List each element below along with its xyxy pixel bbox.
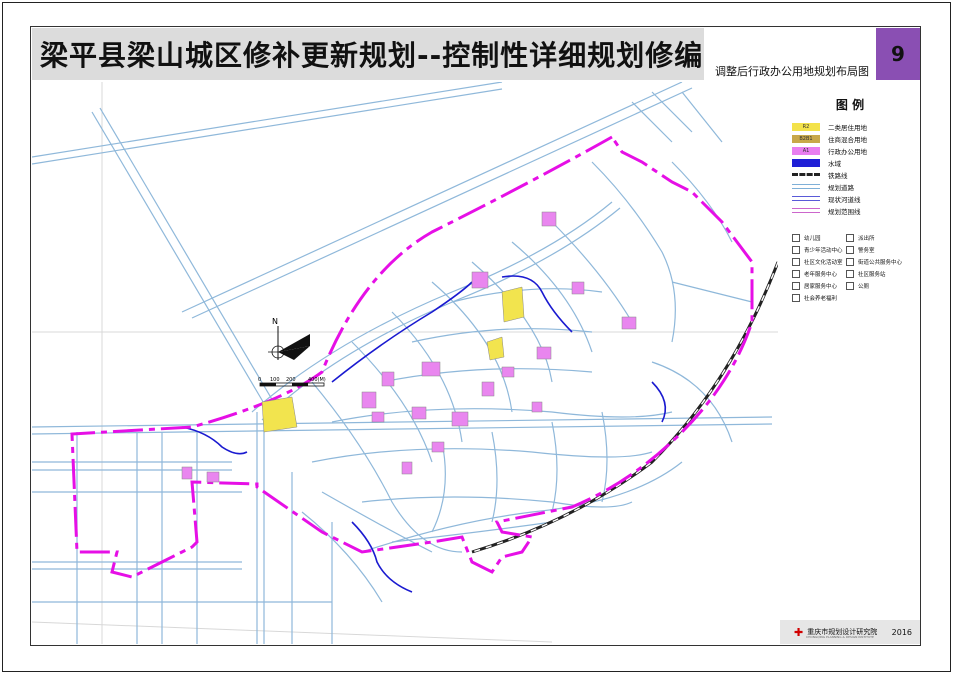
legend-item: 现状河道线 <box>792 193 920 204</box>
scale-bar: 0 100 200 400(M) <box>258 377 326 387</box>
legend-swatch <box>792 158 820 167</box>
legend-item: 铁路线 <box>792 169 920 180</box>
legend-label: 规划范围线 <box>828 207 861 216</box>
facility-label: 社区文化活动室 <box>804 260 843 266</box>
legend-item: B2B1 住商混合用地 <box>792 133 920 144</box>
home-care-icon <box>792 282 800 290</box>
facility-legend-item: 社区文化活动室 <box>792 258 846 266</box>
facility-label: 警务室 <box>858 248 875 254</box>
legend-heading: 图 例 <box>835 98 865 112</box>
facility-legend-item: 派出所 <box>846 234 916 242</box>
facility-legend: 幼儿园 派出所青少年活动中心 警务室社区文化活动室 街道公共服务中心老年服务中心 社区服… <box>792 234 920 302</box>
institute-name-en: CHONGQING PLANNING & DESIGN INSTITUTE <box>806 635 874 639</box>
page-title: 梁平县梁山城区修补更新规划--控制性详细规划修编 <box>40 39 704 72</box>
legend-label: 二类居住用地 <box>828 123 867 132</box>
legend-label: 规划道路 <box>828 183 854 192</box>
map-subtitle: 调整后行政办公用地规划布局图 <box>715 65 869 78</box>
community-culture-icon <box>792 258 800 266</box>
north-arrow: N <box>268 317 310 360</box>
road-network <box>32 82 773 644</box>
background-lines <box>32 82 778 644</box>
facility-legend-item: 幼儿园 <box>792 234 846 242</box>
legend-item: R2 二类居住用地 <box>792 121 920 132</box>
facility-label: 社区服务站 <box>858 272 886 278</box>
facility-label: 青少年活动中心 <box>804 248 843 254</box>
planning-map[interactable]: N 0 100 200 400(M) <box>32 82 778 644</box>
legend-swatch <box>792 184 820 189</box>
facility-legend-item: 老年服务中心 <box>792 270 846 278</box>
scale-label-400: 400(M) <box>308 377 326 383</box>
community-service-icon <box>846 270 854 278</box>
scale-label-100: 100 <box>270 377 280 383</box>
facility-legend-item: 警务室 <box>846 246 916 254</box>
public-service-icon <box>846 258 854 266</box>
institute-logo-icon: ✚ <box>794 625 804 639</box>
facility-legend-item: 居家服务中心 <box>792 282 846 290</box>
legend-label: 住商混合用地 <box>828 135 867 144</box>
scale-label-0: 0 <box>258 377 261 383</box>
title-bar: 梁平县梁山城区修补更新规划--控制性详细规划修编 <box>32 28 704 80</box>
facility-legend-item: 街道公共服务中心 <box>846 258 916 266</box>
footer-year: 2016 <box>891 627 912 637</box>
facility-legend-item: 青少年活动中心 <box>792 246 846 254</box>
facility-legend-item: 公厕 <box>846 282 916 290</box>
legend-items: R2 二类居住用地 B2B1 住商混合用地 A1 行政办公用地 水域铁路线规划道路现状河道线… <box>780 121 920 216</box>
page-number-badge: 9 <box>876 28 920 80</box>
toilet-icon <box>846 282 854 290</box>
police-station-icon <box>846 246 854 254</box>
legend-item: A1 行政办公用地 <box>792 145 920 156</box>
legend-swatch <box>792 208 820 213</box>
facility-label: 老年服务中心 <box>804 272 838 278</box>
legend-swatch <box>792 173 820 176</box>
scale-label-200: 200 <box>286 377 296 383</box>
facility-legend-item: 社区服务站 <box>846 270 916 278</box>
map-canvas <box>32 82 778 644</box>
legend-swatch: R2 <box>792 122 820 131</box>
social-welfare-icon <box>792 294 800 302</box>
kindergarten-icon <box>792 234 800 242</box>
planning-boundary <box>70 135 754 579</box>
footer: ✚ 重庆市规划设计研究院 2016 CHONGQING PLANNING & D… <box>780 620 920 644</box>
legend-label: 水域 <box>828 159 841 168</box>
legend-panel: 图 例 R2 二类居住用地 B2B1 住商混合用地 A1 行政办公用地 水域铁路线规划道路现… <box>780 82 920 618</box>
elderly-center-icon <box>792 270 800 278</box>
legend-label: 行政办公用地 <box>828 147 867 156</box>
legend-item: 规划道路 <box>792 181 920 192</box>
youth-center-icon <box>792 246 800 254</box>
facility-label: 居家服务中心 <box>804 284 838 290</box>
facility-legend-item: 社会养老福利 <box>792 294 846 302</box>
facility-label: 派出所 <box>858 236 875 242</box>
legend-swatch: A1 <box>792 146 820 155</box>
legend-label: 铁路线 <box>828 171 848 180</box>
legend-swatch <box>792 196 820 201</box>
legend-swatch: B2B1 <box>792 134 820 143</box>
facility-label: 公厕 <box>858 284 870 290</box>
legend-label: 现状河道线 <box>828 195 861 204</box>
admin-office-parcels <box>181 211 637 483</box>
facility-label: 幼儿园 <box>804 236 821 242</box>
facility-label: 社会养老福利 <box>804 296 838 302</box>
facility-label: 街道公共服务中心 <box>858 260 903 266</box>
north-label: N <box>272 317 278 326</box>
legend-item: 规划范围线 <box>792 205 920 216</box>
legend-item: 水域 <box>792 157 920 168</box>
police-icon <box>846 234 854 242</box>
